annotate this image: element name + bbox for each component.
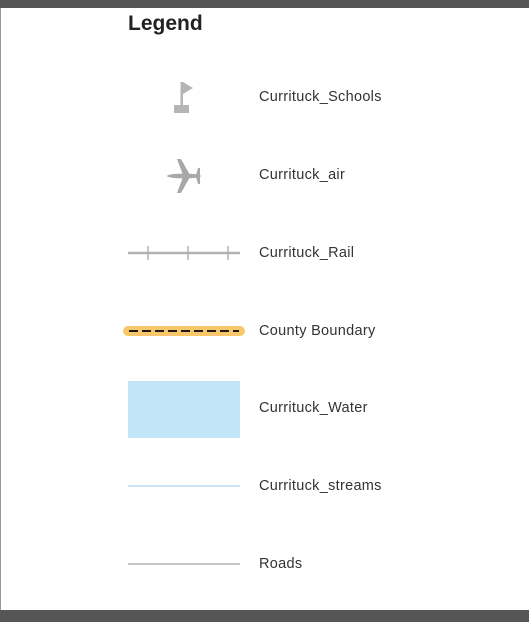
dashed-boundary-line <box>123 326 245 336</box>
legend-label-schools: Currituck_Schools <box>259 89 382 105</box>
legend-item-schools: Currituck_Schools <box>120 68 520 128</box>
legend-frame-top <box>0 0 529 8</box>
legend-item-county-boundary: County Boundary <box>120 302 520 362</box>
legend-label-air: Currituck_air <box>259 167 346 183</box>
legend-label-water: Currituck_Water <box>259 400 368 416</box>
stream-line <box>128 485 240 487</box>
road-line <box>128 563 240 565</box>
legend-label-rail: Currituck_Rail <box>259 245 355 261</box>
school-flag-icon <box>174 82 193 113</box>
legend-item-rail: Currituck_Rail <box>120 224 520 284</box>
water-fill-swatch <box>128 381 240 438</box>
legend-title: Legend <box>128 12 203 35</box>
legend-label-roads: Roads <box>259 556 303 572</box>
legend-item-streams: Currituck_streams <box>120 457 520 517</box>
legend-item-water: Currituck_Water <box>120 379 520 439</box>
legend-frame-left <box>0 8 1 610</box>
legend-label-streams: Currituck_streams <box>259 478 382 494</box>
legend-label-county-boundary: County Boundary <box>259 323 376 339</box>
legend-item-roads: Roads <box>120 535 520 595</box>
airplane-icon <box>167 159 201 193</box>
rail-line <box>128 246 240 260</box>
legend-frame-bottom <box>0 610 529 622</box>
legend-item-air: Currituck_air <box>120 146 520 206</box>
